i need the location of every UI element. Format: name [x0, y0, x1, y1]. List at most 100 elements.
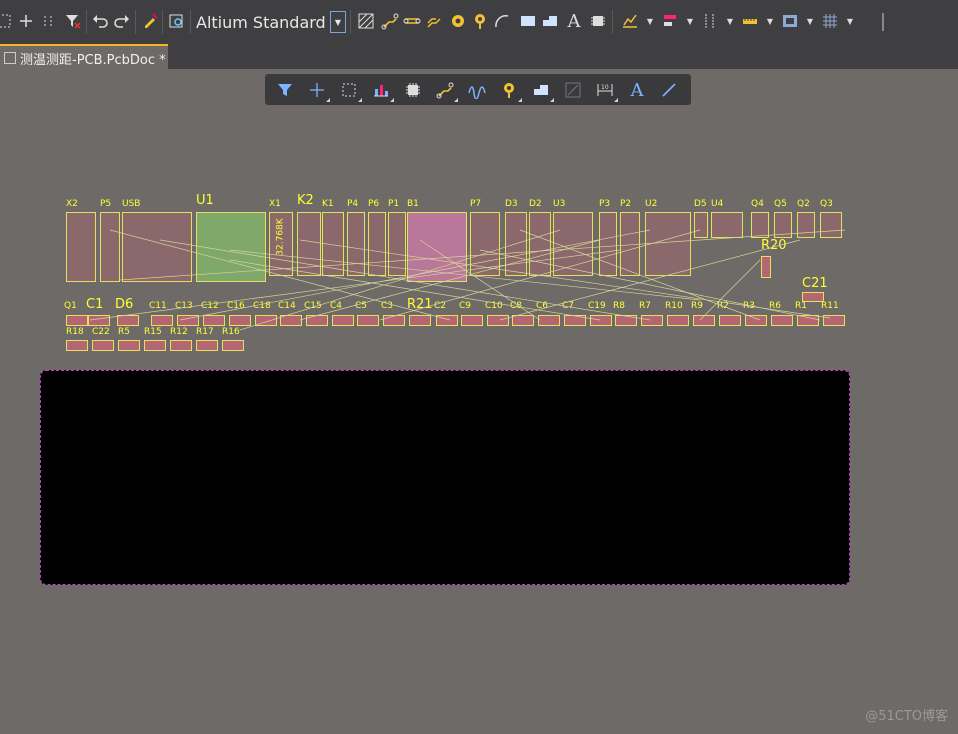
component-footprint[interactable] [797, 315, 819, 326]
distribute-icon[interactable] [700, 11, 720, 31]
fill-icon[interactable] [518, 11, 538, 31]
text-icon[interactable]: A [564, 11, 584, 32]
component-footprint[interactable] [255, 315, 277, 326]
component-footprint[interactable] [203, 315, 225, 326]
component-footprint[interactable] [802, 292, 824, 302]
component-footprint[interactable] [409, 315, 431, 326]
component-footprint[interactable] [470, 212, 500, 276]
component-footprint[interactable] [745, 315, 767, 326]
component-footprint[interactable] [122, 212, 192, 282]
component-footprint[interactable] [407, 212, 467, 282]
region-icon[interactable] [563, 80, 583, 100]
component-footprint[interactable] [229, 315, 251, 326]
component-footprint[interactable] [599, 212, 617, 276]
pad-icon[interactable] [470, 11, 490, 31]
arc-icon[interactable] [492, 11, 512, 31]
document-tab[interactable]: 测温测距-PCB.PcbDoc * [0, 44, 168, 70]
polygon-icon[interactable] [540, 11, 560, 31]
board-outline[interactable] [40, 370, 850, 585]
chart-icon[interactable] [620, 11, 640, 31]
chevron-down-icon[interactable]: ▼ [640, 11, 660, 31]
component-footprint[interactable] [553, 212, 593, 276]
inspect-icon[interactable] [167, 11, 187, 31]
chevron-down-icon[interactable]: ▼ [330, 11, 346, 33]
grid-icon[interactable] [820, 11, 840, 31]
component-footprint[interactable] [383, 315, 405, 326]
component-footprint[interactable] [774, 212, 792, 238]
plus-icon[interactable] [307, 80, 330, 102]
component-footprint[interactable] [117, 315, 139, 326]
component-footprint[interactable] [118, 340, 140, 351]
polygon-icon[interactable] [531, 80, 554, 102]
component-footprint[interactable] [719, 315, 741, 326]
redo-icon[interactable] [112, 11, 132, 31]
component-footprint[interactable] [667, 315, 689, 326]
component-footprint[interactable] [529, 212, 551, 276]
move-icon[interactable] [38, 11, 58, 31]
component-footprint[interactable] [641, 315, 663, 326]
component-footprint[interactable] [280, 315, 302, 326]
component-footprint[interactable] [388, 212, 406, 276]
component-footprint[interactable] [332, 315, 354, 326]
multi-route-icon[interactable] [424, 11, 444, 31]
mask-icon[interactable] [780, 11, 800, 31]
text-icon[interactable]: A [627, 80, 647, 101]
tune-icon[interactable] [467, 80, 487, 100]
component-footprint[interactable] [761, 256, 771, 278]
route-icon[interactable] [435, 80, 458, 102]
component-footprint[interactable] [693, 315, 715, 326]
component-footprint[interactable] [505, 212, 527, 276]
component-footprint[interactable] [170, 340, 192, 351]
standard-select[interactable]: Altium Standard 2 ▼ [196, 9, 346, 35]
chart-icon[interactable] [371, 80, 394, 102]
chevron-down-icon[interactable]: ▼ [680, 11, 700, 31]
component-footprint[interactable] [645, 212, 691, 276]
component-footprint[interactable] [564, 315, 586, 326]
chevron-down-icon[interactable]: ▼ [800, 11, 820, 31]
component-footprint[interactable] [771, 315, 793, 326]
component-footprint[interactable] [797, 212, 815, 238]
component-footprint[interactable] [368, 212, 386, 276]
component-footprint[interactable] [177, 315, 199, 326]
align-icon[interactable] [660, 11, 680, 31]
component-footprint[interactable] [820, 212, 842, 238]
component-footprint[interactable] [66, 315, 88, 326]
component-footprint[interactable] [711, 212, 743, 238]
component-footprint[interactable] [88, 315, 110, 326]
highlight-icon[interactable] [140, 11, 160, 31]
component-footprint[interactable] [461, 315, 483, 326]
component-footprint[interactable] [306, 315, 328, 326]
component-footprint[interactable] [538, 315, 560, 326]
undo-icon[interactable] [90, 11, 110, 31]
component-footprint[interactable] [92, 340, 114, 351]
component-footprint[interactable] [151, 315, 173, 326]
component-footprint[interactable] [620, 212, 640, 276]
component-footprint[interactable] [297, 212, 321, 276]
component-footprint[interactable] [615, 315, 637, 326]
line-icon[interactable] [659, 80, 679, 100]
component-footprint[interactable] [100, 212, 120, 282]
component-footprint[interactable] [436, 315, 458, 326]
component-icon[interactable] [588, 11, 608, 31]
component-footprint[interactable] [66, 340, 88, 351]
route-icon[interactable] [380, 11, 400, 31]
component-footprint[interactable] [66, 212, 96, 282]
chevron-down-icon[interactable]: ▼ [720, 11, 740, 31]
component-footprint[interactable] [512, 315, 534, 326]
component-footprint[interactable] [196, 340, 218, 351]
component-footprint[interactable] [590, 315, 612, 326]
component-footprint[interactable] [269, 212, 293, 276]
ruler-icon[interactable] [740, 11, 760, 31]
component-footprint[interactable] [144, 340, 166, 351]
component-footprint[interactable] [222, 340, 244, 351]
component-footprint[interactable] [347, 212, 365, 276]
select-rect-icon[interactable] [0, 11, 14, 31]
filter-clear-icon[interactable] [63, 11, 83, 31]
component-icon[interactable] [403, 80, 423, 100]
filter-icon[interactable] [275, 80, 295, 100]
pad-icon[interactable] [499, 80, 522, 102]
component-footprint[interactable] [694, 212, 708, 238]
component-footprint[interactable] [322, 212, 344, 276]
component-footprint[interactable] [487, 315, 509, 326]
select-icon[interactable] [339, 80, 362, 102]
